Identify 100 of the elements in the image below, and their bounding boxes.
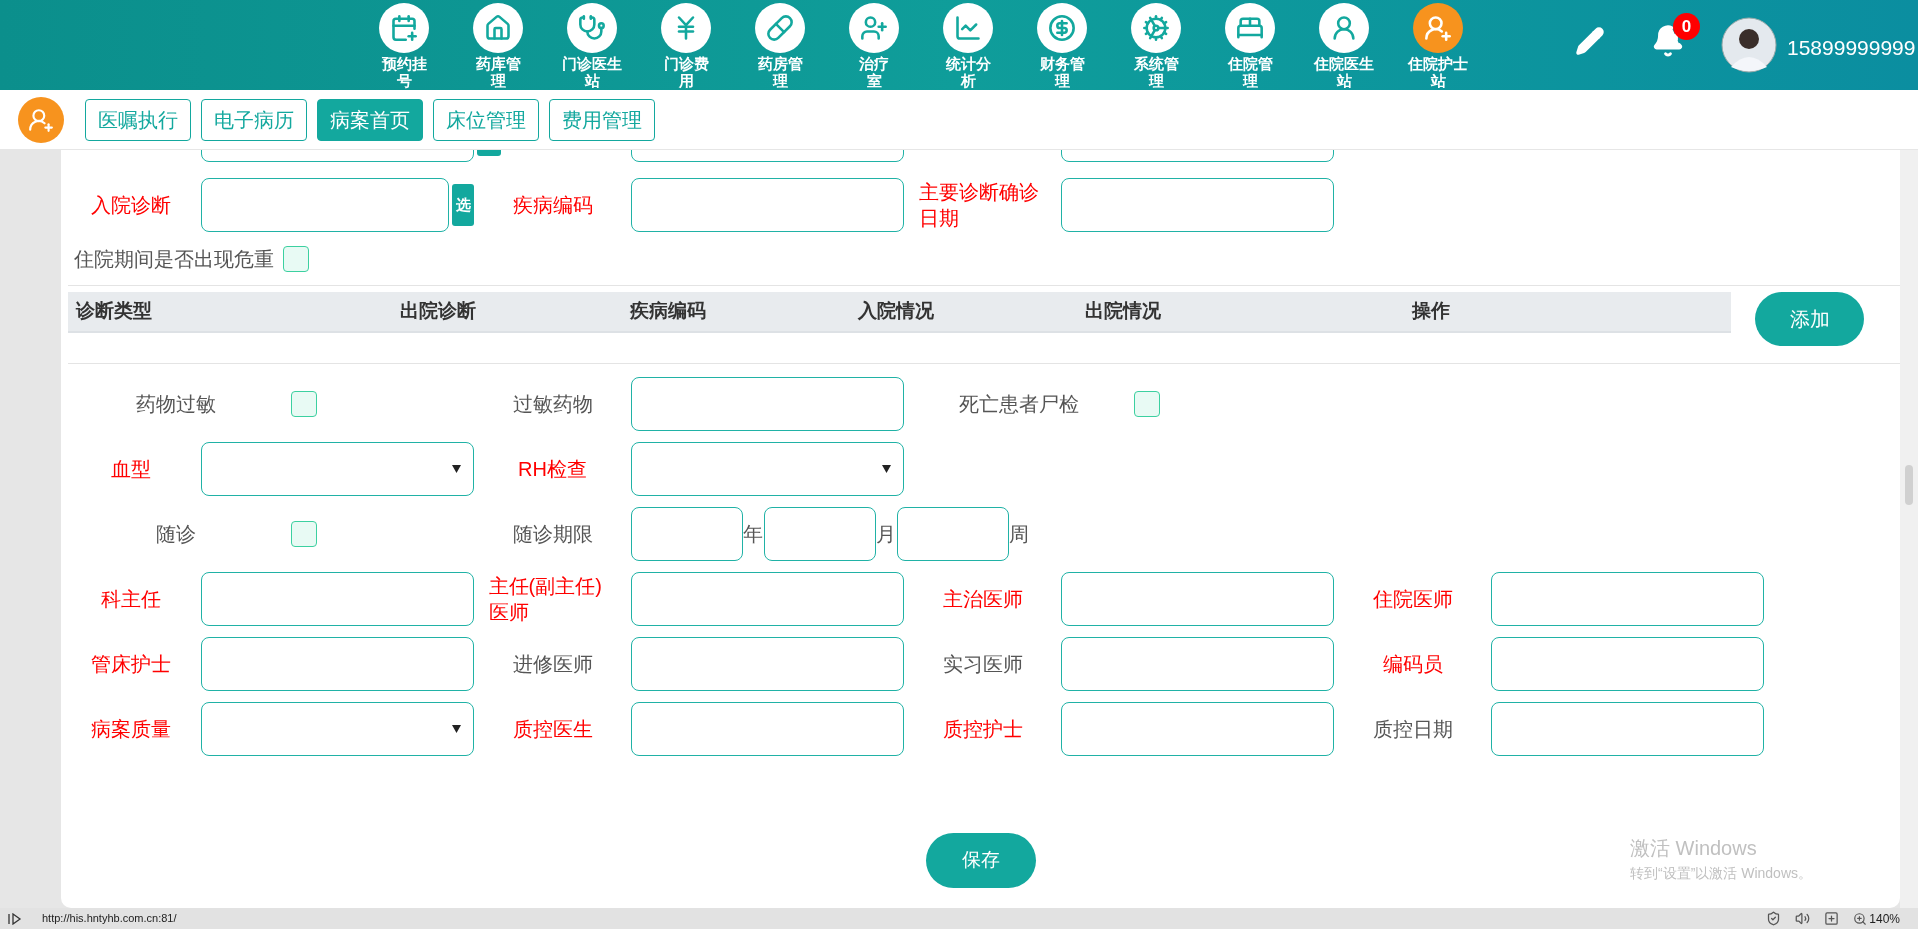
tab[interactable]: 病案首页 [317, 98, 423, 141]
input-field[interactable] [764, 507, 876, 561]
input-field[interactable] [897, 507, 1009, 561]
nav-item[interactable]: 系统管 理 [1109, 0, 1203, 89]
input-field[interactable] [201, 572, 474, 626]
input-field[interactable] [1061, 572, 1334, 626]
nav-label: 理 [1148, 72, 1164, 89]
field-label: 入院诊断 [91, 193, 171, 218]
nav-item[interactable]: 药库管 理 [451, 0, 545, 89]
tab[interactable]: 电子病历 [201, 98, 307, 141]
nav-label: 站 [584, 72, 600, 89]
field-label: 药物过敏 [136, 392, 216, 417]
input-field[interactable] [631, 702, 904, 756]
nav-item[interactable]: 治疗 室 [827, 0, 921, 89]
nav-label: 治疗 [859, 55, 889, 72]
calendar-plus-icon [379, 3, 429, 53]
field-label: 过敏药物 [512, 392, 593, 417]
select-field[interactable] [201, 442, 474, 496]
checkbox[interactable] [1134, 391, 1160, 417]
checkbox[interactable] [291, 391, 317, 417]
nav-label: 住院管 [1227, 55, 1273, 72]
add-button[interactable]: 添加 [1755, 292, 1864, 346]
input-field[interactable] [1061, 178, 1334, 232]
nav-item[interactable]: 门诊医生 站 [545, 0, 639, 89]
input-field[interactable] [1061, 702, 1334, 756]
field-label: 实习医师 [942, 652, 1023, 677]
tab[interactable]: 床位管理 [433, 98, 539, 141]
checkbox[interactable] [291, 521, 317, 547]
field-label: RH检查 [518, 457, 587, 482]
field-label: 管床护士 [91, 652, 171, 677]
nav-item[interactable]: 门诊费 用 [639, 0, 733, 89]
pick-button[interactable]: 选 [452, 184, 474, 226]
person-icon [1319, 3, 1369, 53]
user-phone: 15899999999 [1787, 35, 1916, 61]
nav-item[interactable]: 统计分 析 [921, 0, 1015, 89]
person-plus-icon [1413, 3, 1463, 53]
line-chart-icon [943, 3, 993, 53]
field-label: 病案质量 [91, 717, 171, 742]
nav-item[interactable]: 药房管 理 [733, 0, 827, 89]
activation-title: 激活 Windows [1630, 836, 1758, 861]
column-header: 诊断类型 [76, 299, 153, 324]
tab[interactable]: 费用管理 [549, 98, 655, 141]
dropdown-arrow-icon [882, 465, 891, 473]
shield-icon[interactable] [1766, 911, 1782, 926]
unit-label: 年 [743, 522, 764, 547]
tab[interactable]: 医嘱执行 [85, 98, 191, 141]
nav-label: 理 [1054, 72, 1070, 89]
nurse-station-logo-icon [18, 96, 64, 143]
column-header: 操作 [1412, 299, 1451, 324]
input-field[interactable] [631, 572, 904, 626]
nav-label: 室 [866, 72, 882, 89]
field-label: 质控日期 [1372, 717, 1453, 742]
speaker-icon[interactable] [1795, 911, 1811, 926]
stethoscope-icon [567, 3, 617, 53]
input-field[interactable] [631, 178, 904, 232]
bed-icon [1225, 3, 1275, 53]
status-url: http://his.hntyhb.com.cn:81/ [42, 911, 177, 927]
checkbox[interactable] [283, 245, 309, 272]
save-button[interactable]: 保存 [925, 833, 1036, 888]
select-field[interactable] [201, 702, 474, 756]
nav-item[interactable]: 住院护士 站 [1391, 0, 1485, 89]
dropdown-arrow-icon [452, 725, 461, 733]
field-label: 主治医师 [942, 587, 1023, 612]
zoom-icon[interactable] [1853, 911, 1868, 926]
avatar[interactable] [1721, 17, 1777, 73]
select-field[interactable] [631, 442, 904, 496]
field-label: 编码员 [1382, 652, 1443, 677]
input-field[interactable] [1491, 572, 1764, 626]
input-field[interactable] [631, 377, 904, 431]
input-field[interactable] [1491, 637, 1764, 691]
add-window-icon[interactable] [1824, 911, 1840, 926]
nav-label: 住院医生 [1314, 55, 1374, 72]
unit-label: 周 [1009, 522, 1030, 547]
nav-label: 站 [1430, 72, 1446, 89]
nav-label: 住院护士 [1408, 55, 1468, 72]
input-field[interactable] [201, 178, 450, 232]
field-label: 质控护士 [942, 717, 1023, 742]
input-field[interactable] [1061, 637, 1334, 691]
nav-item[interactable]: 预约挂 号 [357, 0, 451, 89]
pill-icon [755, 3, 805, 53]
nav-item[interactable]: 住院医生 站 [1297, 0, 1391, 89]
nav-label: 理 [490, 72, 506, 89]
input-field[interactable] [631, 507, 743, 561]
nav-item[interactable]: 住院管 理 [1203, 0, 1297, 89]
input-field[interactable] [1491, 702, 1764, 756]
nav-item[interactable]: 财务管 理 [1015, 0, 1109, 89]
field-label: 进修医师 [512, 652, 593, 677]
edit-icon[interactable] [1575, 26, 1605, 56]
nav-label: 系统管 [1133, 55, 1179, 72]
sidebar-toggle-icon[interactable] [8, 912, 22, 925]
scrollbar-thumb[interactable] [1905, 465, 1913, 505]
input-field[interactable] [201, 637, 474, 691]
nav-label: 门诊医生 [562, 55, 622, 72]
field-label: 主要诊断确诊日期 [918, 180, 1040, 231]
activation-text: 转到“设置”以激活 Windows。 [1630, 864, 1812, 883]
input-field[interactable] [631, 637, 904, 691]
nav-label: 预约挂 [381, 55, 427, 72]
nav-label: 财务管 [1039, 55, 1085, 72]
nav-label: 门诊费 [663, 55, 709, 72]
house-icon [473, 3, 523, 53]
